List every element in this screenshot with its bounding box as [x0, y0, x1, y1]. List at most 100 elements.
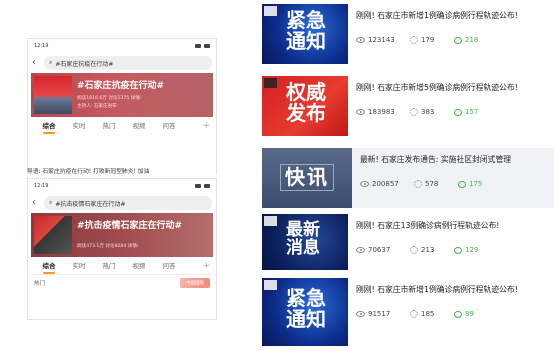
likes-count: 213 [421, 246, 435, 254]
news-thumbnail: 紧急 通知 [262, 4, 348, 64]
like-icon[interactable] [410, 246, 418, 254]
views-count: 123143 [368, 36, 395, 44]
thumbnail-text: 快讯 [280, 164, 334, 191]
views-count: 183983 [368, 108, 395, 116]
tab-realtime[interactable]: 实时 [64, 120, 94, 134]
like-icon[interactable] [410, 310, 418, 318]
news-title[interactable]: 最新! 石家庄发布通告: 实施社区封闭式管理 [360, 154, 554, 165]
topic-stats: 阅读1816.6万 讨论1375 详情› [77, 96, 142, 101]
news-thumbnail: 最新 消息 [262, 214, 348, 270]
views-icon [360, 181, 369, 187]
search-query: #石家庄抗疫在行动# [55, 60, 114, 68]
news-card[interactable]: 紧急 通知 刚刚! 石家庄市新增1例确诊病例行程轨迹公布! 91517 185 8… [262, 278, 554, 346]
topic-stats: 阅读473.1万 讨论8284 详情› [77, 244, 139, 249]
views-icon [356, 311, 365, 317]
like-icon[interactable] [410, 36, 418, 44]
phone-screenshot-1: 12:19 ‹ ⌕ #石家庄抗疫在行动# #石家庄抗疫在行动# 阅读1816.6… [27, 38, 217, 174]
tab-comprehensive[interactable]: 综合 [34, 260, 64, 274]
views-count: 91517 [368, 310, 391, 318]
topic-host: 主持人: 石家庄发布 [77, 104, 117, 109]
likes-count: 578 [425, 180, 439, 188]
like-icon[interactable] [414, 180, 422, 188]
search-icon: ⌕ [49, 199, 53, 206]
comment-icon[interactable] [458, 180, 466, 188]
hot-logo: 中国国际 [180, 277, 210, 288]
back-arrow-icon[interactable]: ‹ [32, 198, 40, 208]
search-row: ‹ ⌕ #石家庄抗疫在行动# [28, 53, 216, 73]
add-tab-icon[interactable]: + [202, 121, 210, 134]
battery-icon [204, 184, 210, 188]
news-title[interactable]: 刚刚! 石家庄市新增1例确诊病例行程轨迹公布! [356, 284, 554, 295]
search-input[interactable]: ⌕ #抗击疫情石家庄在行动# [44, 196, 212, 210]
tab-hot[interactable]: 热门 [94, 120, 124, 134]
comments-count: 218 [465, 36, 479, 44]
tab-hot[interactable]: 热门 [94, 260, 124, 274]
comment-icon[interactable] [454, 108, 462, 116]
tab-qa[interactable]: 问答 [154, 260, 184, 274]
thumbnail-text: 最新 消息 [286, 220, 320, 258]
topic-title: #石家庄抗疫在行动# [77, 81, 165, 91]
news-thumbnail: 权威 发布 [262, 76, 348, 136]
news-card[interactable]: 权威 发布 刚刚! 石家庄市新增5例确诊病例行程轨迹公布! 183983 383 … [262, 76, 554, 136]
news-stats: 91517 185 89 [356, 310, 554, 318]
likes-count: 383 [421, 108, 435, 116]
news-title[interactable]: 刚刚! 石家庄市新增5例确诊病例行程轨迹公布! [356, 82, 554, 93]
signal-icon [195, 44, 201, 48]
likes-count: 185 [421, 310, 435, 318]
tab-qa[interactable]: 问答 [154, 120, 184, 134]
news-title[interactable]: 刚刚! 石家庄市新增1例确诊病例行程轨迹公布! [356, 10, 554, 21]
comment-icon[interactable] [454, 310, 462, 318]
comment-icon[interactable] [454, 246, 462, 254]
thumbnail-badge [264, 6, 277, 16]
hot-section: 热门 中国国际 [28, 274, 216, 290]
news-stats: 70637 213 129 [356, 246, 554, 254]
add-tab-icon[interactable]: + [202, 261, 210, 274]
guide-text: 导语: 石家庄抗疫在行动! 打败新冠型肺炎! 加油 [27, 169, 150, 175]
comments-count: 89 [465, 310, 474, 318]
status-time: 12:19 [34, 43, 49, 49]
thumbnail-text: 权威 发布 [286, 80, 326, 125]
like-icon[interactable] [410, 108, 418, 116]
search-input[interactable]: ⌕ #石家庄抗疫在行动# [44, 56, 212, 70]
news-card[interactable]: 快讯 最新! 石家庄发布通告: 实施社区封闭式管理 200857 578 175 [262, 148, 554, 208]
thumbnail-badge [264, 280, 277, 290]
left-panel: 12:19 ‹ ⌕ #石家庄抗疫在行动# #石家庄抗疫在行动# 阅读1816.6… [0, 0, 250, 351]
tab-comprehensive[interactable]: 综合 [34, 120, 64, 134]
views-count: 70637 [368, 246, 391, 254]
tab-video[interactable]: 视频 [124, 260, 154, 274]
topic-title: #抗击疫情石家庄在行动# [77, 221, 183, 231]
thumbnail-text: 紧急 通知 [286, 286, 326, 331]
news-title[interactable]: 刚刚! 石家庄13例确诊病例行程轨迹公布! [356, 220, 554, 231]
tab-video[interactable]: 视频 [124, 120, 154, 134]
topic-banner[interactable]: #石家庄抗疫在行动# 阅读1816.6万 讨论1375 详情› 主持人: 石家庄… [31, 73, 213, 117]
views-icon [356, 37, 365, 43]
thumbnail-badge [264, 216, 277, 226]
views-icon [356, 247, 365, 253]
thumbnail-text: 紧急 通知 [286, 8, 326, 53]
status-bar: 12:19 [28, 39, 216, 53]
battery-icon [204, 44, 210, 48]
comments-count: 157 [465, 108, 479, 116]
comment-icon[interactable] [454, 36, 462, 44]
views-count: 200857 [372, 180, 399, 188]
search-icon: ⌕ [49, 59, 53, 66]
tab-realtime[interactable]: 实时 [64, 260, 94, 274]
search-row: ‹ ⌕ #抗击疫情石家庄在行动# [28, 193, 216, 213]
news-stats: 123143 179 218 [356, 36, 554, 44]
hot-label: 热门 [34, 280, 46, 287]
news-card[interactable]: 最新 消息 刚刚! 石家庄13例确诊病例行程轨迹公布! 70637 213 129 [262, 214, 554, 270]
phone-screenshot-2: 12:19 ‹ ⌕ #抗击疫情石家庄在行动# #抗击疫情石家庄在行动# 阅读47… [27, 178, 217, 320]
status-time: 12:19 [34, 183, 49, 189]
topic-banner[interactable]: #抗击疫情石家庄在行动# 阅读473.1万 讨论8284 详情› [31, 213, 213, 257]
comments-count: 175 [469, 180, 483, 188]
tab-bar: 综合 实时 热门 视频 问答 + [28, 117, 216, 134]
topic-thumbnail [34, 76, 72, 114]
back-arrow-icon[interactable]: ‹ [32, 58, 40, 68]
news-card[interactable]: 紧急 通知 刚刚! 石家庄市新增1例确诊病例行程轨迹公布! 123143 179 … [262, 4, 554, 64]
search-query: #抗击疫情石家庄在行动# [55, 200, 126, 208]
comments-count: 129 [465, 246, 479, 254]
news-stats: 183983 383 157 [356, 108, 554, 116]
news-thumbnail: 快讯 [262, 148, 352, 208]
signal-icon [195, 184, 201, 188]
tab-bar: 综合 实时 热门 视频 问答 + [28, 257, 216, 274]
